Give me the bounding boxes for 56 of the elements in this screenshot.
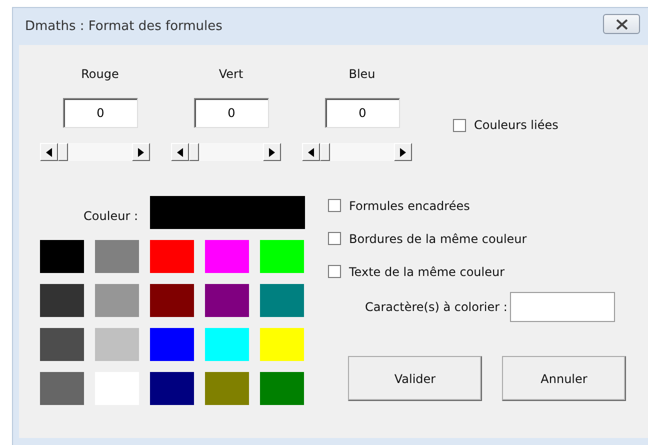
scroll-right-button[interactable]: [263, 143, 281, 161]
checkbox[interactable]: [328, 199, 341, 212]
right-arrow-icon: [138, 148, 144, 156]
slider-thumb[interactable]: [320, 143, 330, 161]
window-title: Dmaths : Format des formules: [25, 19, 222, 34]
left-arrow-icon: [46, 148, 52, 156]
checkbox[interactable]: [453, 118, 466, 132]
color-swatch[interactable]: [205, 328, 249, 361]
checkbox[interactable]: [328, 232, 341, 245]
color-swatch[interactable]: [260, 240, 304, 273]
characters-field[interactable]: [510, 292, 616, 322]
color-swatch[interactable]: [205, 284, 249, 317]
color-swatch[interactable]: [205, 372, 249, 405]
scroll-right-button[interactable]: [394, 143, 412, 161]
dialog-button[interactable]: Valider: [348, 356, 482, 401]
color-swatch[interactable]: [150, 240, 194, 273]
scroll-left-button[interactable]: [171, 143, 189, 161]
characters-label: Caractère(s) à colorier :: [365, 300, 508, 314]
slider-thumb[interactable]: [189, 143, 199, 161]
color-swatch[interactable]: [260, 328, 304, 361]
left-arrow-icon: [308, 148, 314, 156]
color-swatch[interactable]: [150, 284, 194, 317]
slider-thumb[interactable]: [58, 143, 68, 161]
scroll-left-button[interactable]: [302, 143, 320, 161]
checkbox-label: Formules encadrées: [349, 198, 470, 212]
checkbox-label: Couleurs liées: [474, 118, 558, 132]
color-swatch[interactable]: [95, 328, 139, 361]
checkbox-label: Bordures de la même couleur: [349, 232, 527, 246]
left-arrow-icon: [177, 148, 183, 156]
color-swatch[interactable]: [260, 372, 304, 405]
scroll-right-button[interactable]: [132, 143, 150, 161]
color-swatch[interactable]: [150, 328, 194, 361]
color-swatch[interactable]: [40, 284, 84, 317]
value-field[interactable]: 0: [325, 98, 400, 128]
color-swatch[interactable]: [205, 240, 249, 273]
color-swatch[interactable]: [95, 284, 139, 317]
color-swatch[interactable]: [40, 328, 84, 361]
channel-label: Bleu: [348, 66, 376, 82]
right-arrow-icon: [400, 148, 406, 156]
color-swatch[interactable]: [150, 372, 194, 405]
right-arrow-icon: [269, 148, 275, 156]
checkbox[interactable]: [328, 265, 341, 278]
channel-label: Rouge: [81, 66, 119, 82]
close-button[interactable]: [603, 14, 640, 34]
color-swatch[interactable]: [40, 372, 84, 405]
color-label: Couleur :: [82, 208, 138, 222]
checkbox-label: Texte de la même couleur: [349, 264, 505, 278]
value-field[interactable]: 0: [63, 98, 138, 128]
close-icon: [614, 18, 628, 30]
channel-label: Vert: [218, 66, 244, 82]
dialog-button[interactable]: Annuler: [502, 356, 626, 401]
color-swatch[interactable]: [260, 284, 304, 317]
scroll-left-button[interactable]: [40, 143, 58, 161]
value-field[interactable]: 0: [194, 98, 269, 128]
color-swatch[interactable]: [95, 240, 139, 273]
color-swatch[interactable]: [40, 240, 84, 273]
